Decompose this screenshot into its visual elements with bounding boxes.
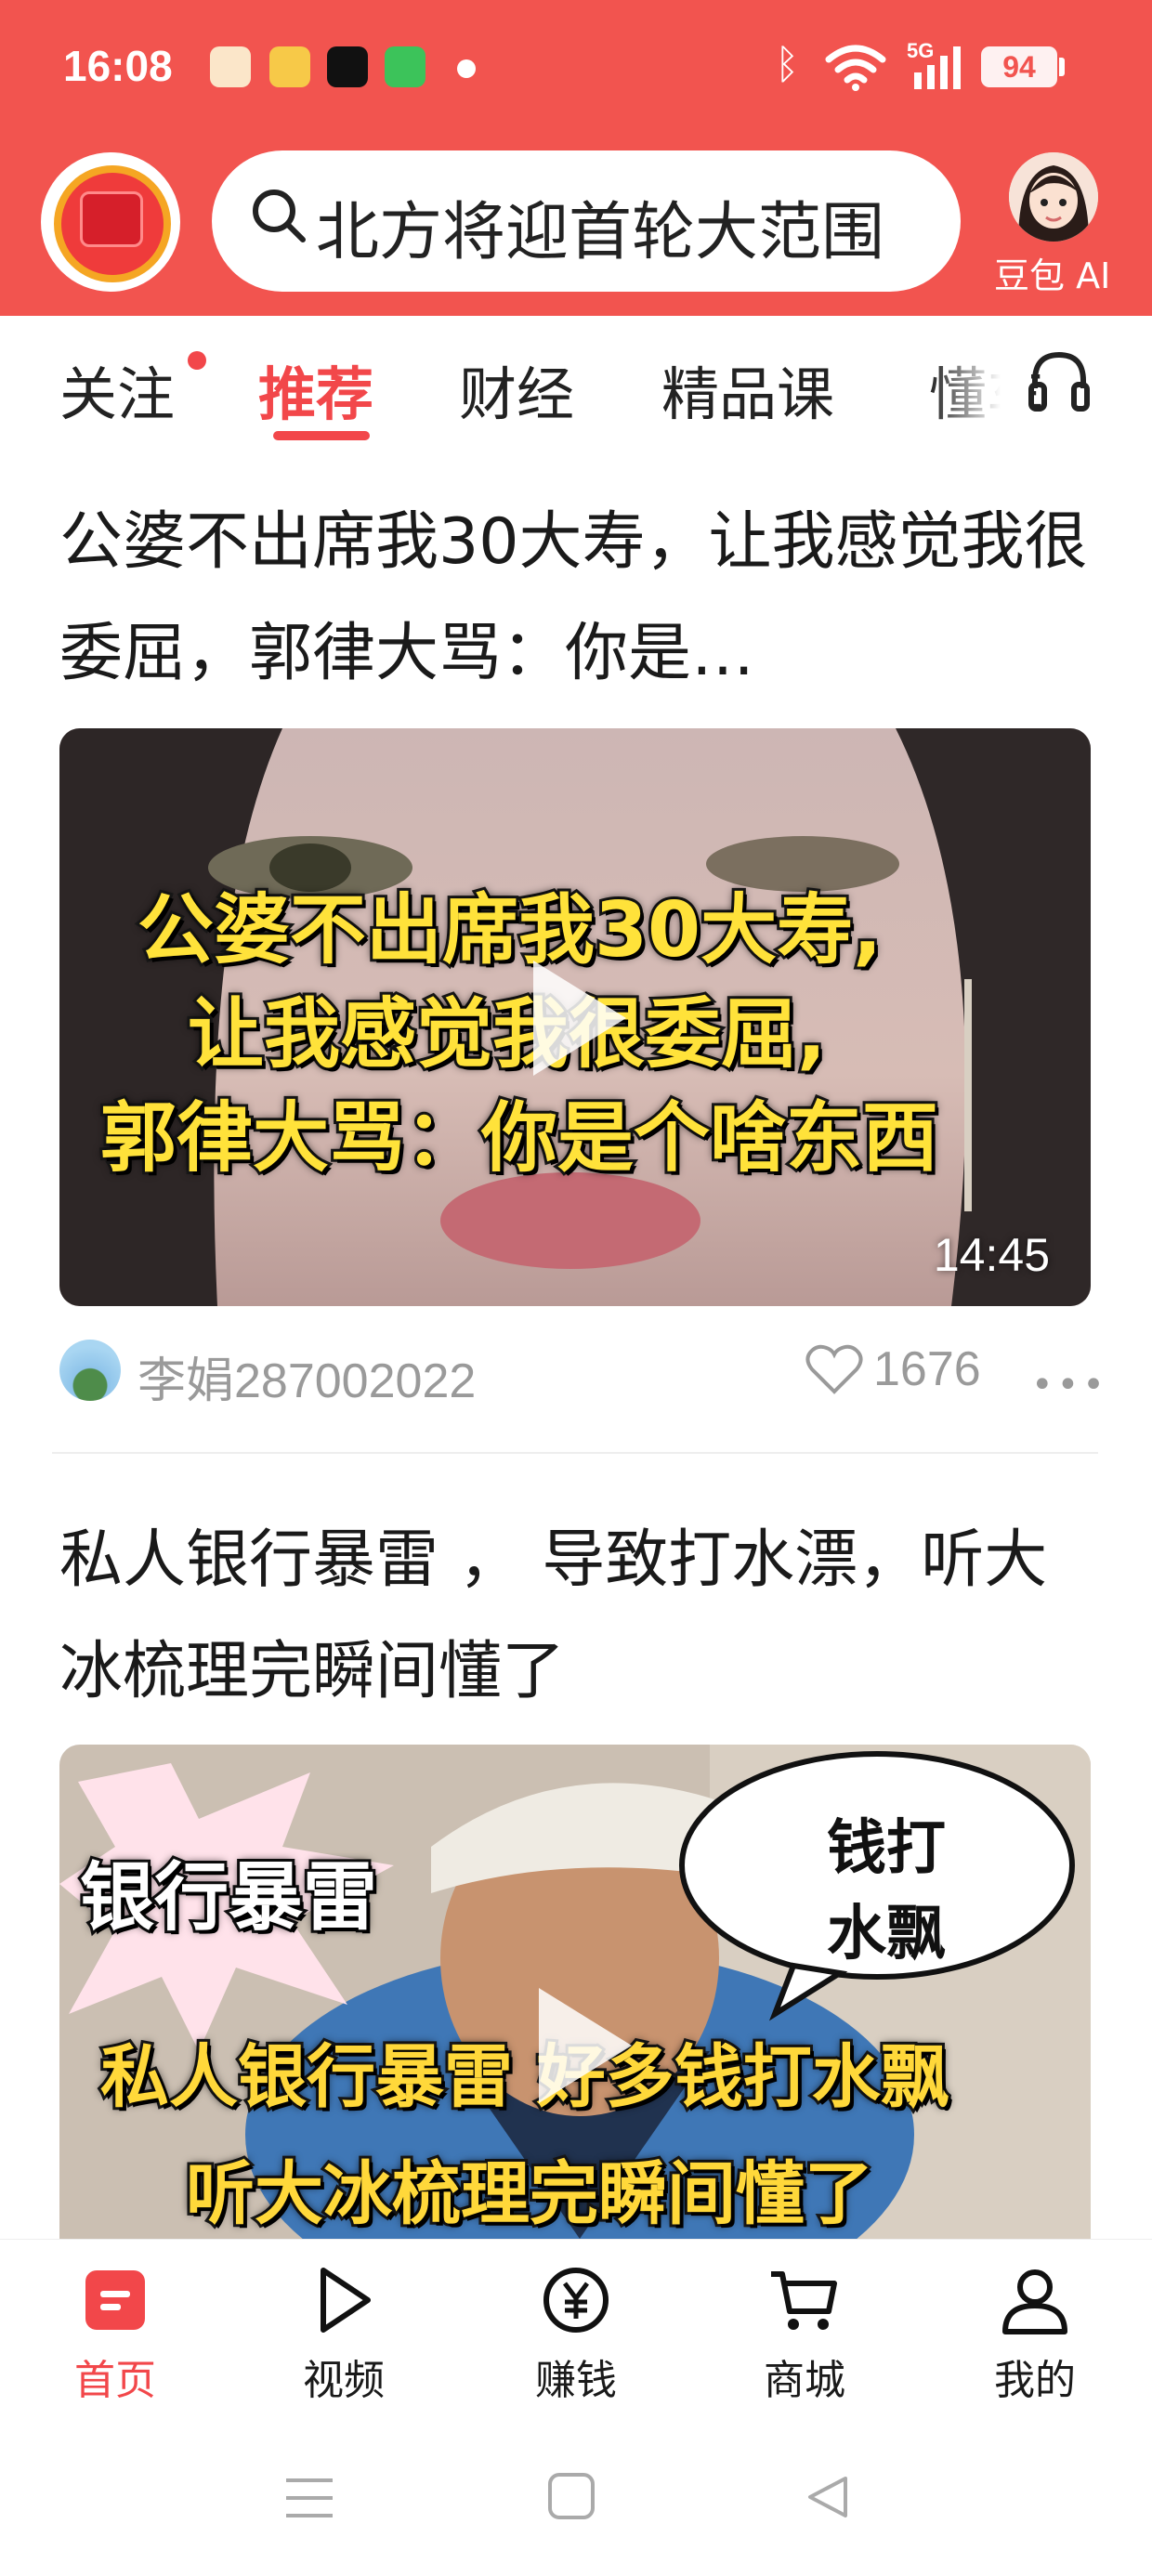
thumbnail-caption-line: 听大冰梳理完瞬间懂了 [183, 2151, 876, 2237]
yuan-coin-icon [543, 2268, 609, 2333]
red-envelope-icon [80, 191, 143, 247]
play-icon [539, 1988, 632, 2103]
like-count: 1676 [873, 1342, 981, 1396]
tab-follow[interactable]: 关注 [59, 347, 175, 431]
more-options-icon[interactable]: ••• [1031, 1364, 1108, 1406]
play-icon [533, 961, 626, 1076]
thumbnail-burst-text: 银行暴雷 [77, 1851, 380, 1943]
thumbnail-caption-line: 私人银行暴雷 好多钱打水飘 [98, 2034, 952, 2120]
recents-menu-icon[interactable] [282, 2475, 336, 2521]
video-play-icon [321, 2268, 371, 2333]
search-input[interactable]: 北方将迎首轮大范围 [316, 180, 948, 272]
author-name[interactable]: 李娟287002022 [137, 1341, 476, 1411]
more-notifications-dot [457, 59, 476, 78]
signal-icon [914, 46, 961, 89]
message-icon [385, 46, 425, 87]
headphone-icon[interactable] [1026, 347, 1093, 414]
article-title[interactable]: 私人银行暴雷 ， 导致打水漂，听大冰梳理完瞬间懂了 [59, 1505, 1091, 1728]
cart-icon [771, 2271, 837, 2330]
ai-assistant-avatar[interactable] [1009, 152, 1098, 242]
wifi-icon [825, 45, 886, 91]
search-icon [253, 190, 306, 242]
nav-label: 首页 [74, 2357, 156, 2404]
status-time: 16:08 [63, 42, 173, 90]
battery-tip [1059, 58, 1065, 76]
author-avatar[interactable] [59, 1340, 121, 1401]
heart-icon[interactable] [805, 1341, 864, 1397]
thumbnail-bubble-text: 钱打水飘 [827, 1814, 946, 1968]
tiktok-icon [327, 46, 368, 87]
thumbnail-caption-line: 郭律大骂：你是个啥东西 [98, 1092, 941, 1185]
thumbnail-caption-line: 公婆不出席我30大寿, [135, 883, 884, 977]
thumbnail-caption-line: 让我感觉我很委屈, [185, 987, 829, 1081]
article-title[interactable]: 公婆不出席我30大寿，让我感觉我很委屈，郭律大骂：你是… [59, 487, 1091, 710]
tab-fade [929, 334, 1031, 427]
nav-label: 视频 [303, 2357, 385, 2404]
app-notification-icon [210, 46, 251, 87]
home-icon [85, 2270, 145, 2330]
video-thumbnail[interactable]: 公婆不出席我30大寿, 让我感觉我很委屈, 郭律大骂：你是个啥东西 14:45 [59, 728, 1091, 1306]
ai-assistant-label[interactable]: 豆包 AI [994, 247, 1110, 298]
bluetooth-icon: ᛒ [775, 41, 800, 88]
tab-finance[interactable]: 财经 [459, 347, 574, 431]
home-button-icon[interactable] [546, 2471, 596, 2521]
profile-icon [1002, 2269, 1067, 2334]
nav-label: 我的 [994, 2357, 1076, 2404]
video-duration: 14:45 [933, 1229, 1050, 1281]
weibo-icon [269, 46, 310, 87]
video-thumbnail[interactable]: 银行暴雷 钱打水飘 私人银行暴雷 好多钱打水飘 听大冰梳理完瞬间懂了 [59, 1745, 1091, 2239]
battery-level: 94 [1002, 50, 1036, 84]
unread-dot [188, 351, 206, 370]
divider [52, 1452, 1098, 1454]
tab-premium-course[interactable]: 精品课 [661, 347, 834, 431]
active-tab-indicator [273, 431, 370, 440]
nav-label: 赚钱 [535, 2357, 617, 2404]
back-button-icon[interactable] [803, 2473, 851, 2521]
nav-label: 商城 [764, 2357, 845, 2404]
tab-recommend[interactable]: 推荐 [258, 347, 373, 431]
